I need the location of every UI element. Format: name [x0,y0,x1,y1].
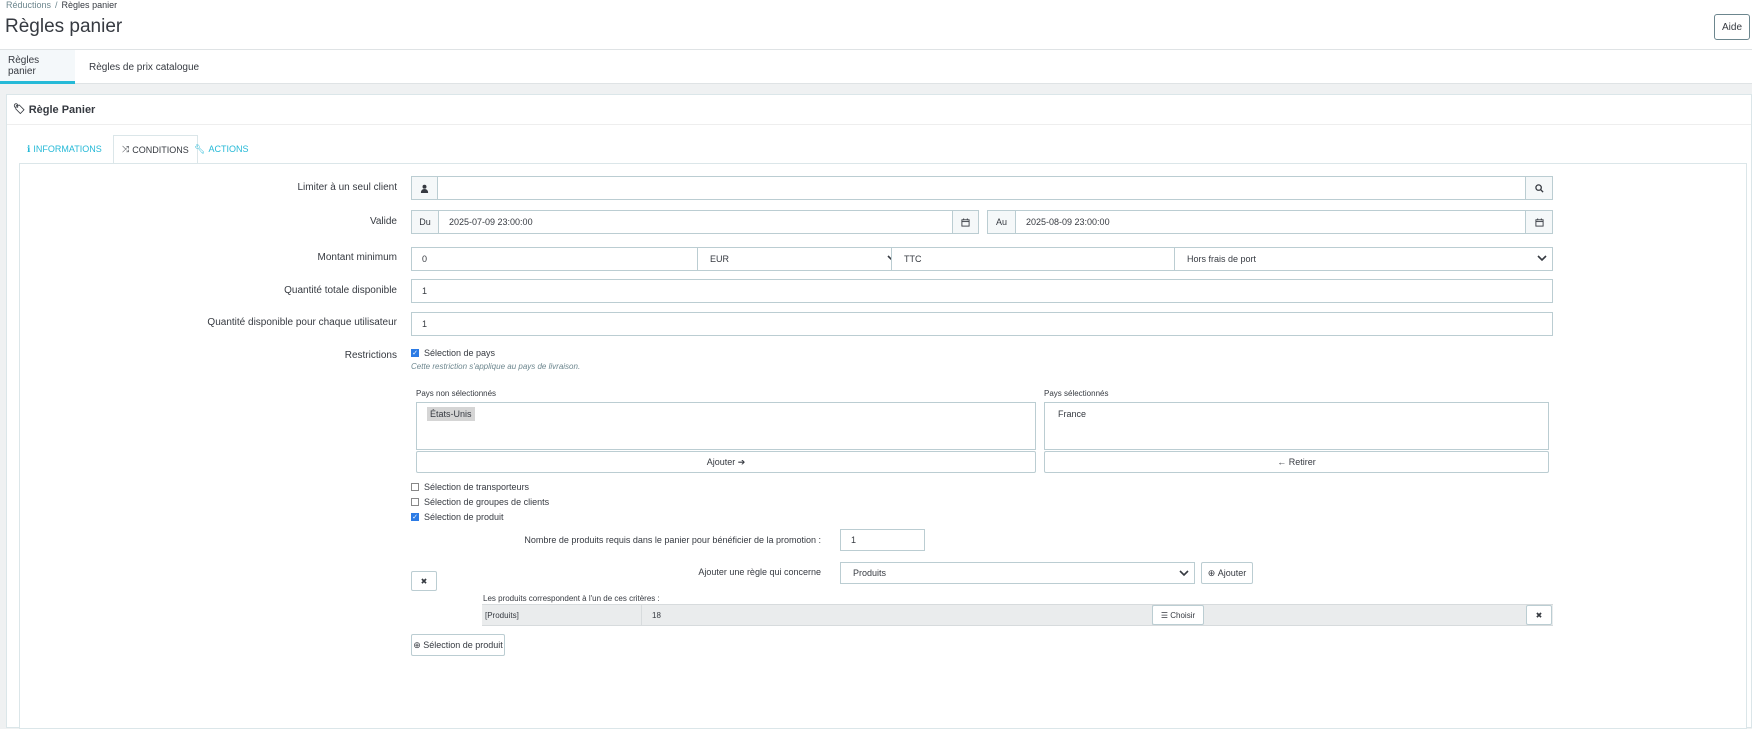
currency-value: EUR [710,254,730,264]
help-button[interactable]: Aide [1714,14,1750,40]
carrier-selection-checkbox[interactable]: Sélection de transporteurs [411,482,529,492]
product-selection-label: Sélection de produit [424,512,504,522]
conditions-form: Limiter à un seul client Valide Du 2025-… [19,163,1747,729]
carrier-selection-label: Sélection de transporteurs [424,482,530,492]
criteria-type: [Produits] [485,610,519,620]
tab-actions-label: ACTIONS [208,144,249,154]
remove-rule-group-button[interactable]: ✖ [411,571,437,591]
date-from-input[interactable]: 2025-07-09 23:00:00 [438,210,953,234]
tab-informations[interactable]: ℹ INFORMATIONS [19,135,110,163]
tab-informations-label: INFORMATIONS [33,144,102,154]
close-icon: ✖ [1535,610,1543,620]
breadcrumb-separator: / [55,0,58,10]
country-selection-label: Sélection de pays [424,348,496,358]
criteria-value: 18 [641,605,1153,625]
add-rule-button[interactable]: ⊕ Ajouter [1201,562,1253,584]
criteria-row: [Produits] 18 ☰ Choisir ✖ [482,604,1553,626]
list-icon: ☰ [1160,610,1169,620]
calendar-icon[interactable] [952,210,979,234]
info-icon: ℹ [27,143,31,154]
breadcrumb-current: Règles panier [61,0,118,10]
group-selection-label: Sélection de groupes de clients [424,497,550,507]
minimum-amount-input[interactable]: 0 [411,247,725,271]
remove-country-button[interactable]: ← Retirer [1044,451,1549,473]
remove-country-label: Retirer [1288,457,1316,467]
rule-type-value: Produits [853,568,887,578]
total-quantity-input[interactable]: 1 [411,279,1553,303]
minimum-label: Montant minimum [317,252,397,263]
country-option[interactable]: France [1055,407,1089,421]
unselected-countries-label: Pays non sélectionnés [416,389,497,398]
product-selection-checkbox[interactable]: ✓ Sélection de produit [411,512,504,522]
breadcrumb-parent[interactable]: Réductions [6,0,51,10]
wrench-icon: 🔧︎ [194,143,206,154]
plus-circle-icon: ⊕ [413,639,421,650]
user-quantity-input[interactable]: 1 [411,312,1553,336]
tax-select[interactable]: TTC [891,247,1205,271]
shipping-value: Hors frais de port [1187,254,1257,264]
from-prefix: Du [411,210,439,234]
shipping-select[interactable]: Hors frais de port [1174,247,1553,271]
required-products-label: Nombre de produits requis dans le panier… [524,535,821,545]
new-product-selection-button[interactable]: ⊕ Sélection de produit [411,634,505,656]
user-quantity-label: Quantité disponible pour chaque utilisat… [207,317,397,328]
close-icon: ✖ [420,576,428,586]
rule-type-select[interactable]: Produits [840,562,1195,584]
checkbox-checked-icon: ✓ [411,349,419,357]
new-product-selection-label: Sélection de produit [423,640,503,650]
add-rule-label: Ajouter une règle qui concerne [698,567,821,577]
country-selection-checkbox[interactable]: ✓ Sélection de pays [411,348,495,358]
choose-button[interactable]: ☰ Choisir [1152,605,1204,625]
selected-countries-list[interactable]: France [1044,402,1549,450]
calendar-icon[interactable] [1525,210,1553,234]
arrow-left-icon: ← [1277,457,1287,467]
plus-circle-icon: ⊕ [1207,567,1216,578]
tab-catalog-price-rules[interactable]: Règles de prix catalogue [81,50,207,84]
unselected-countries-list[interactable]: États-Unis [416,402,1036,450]
choose-button-label: Choisir [1170,610,1196,620]
currency-select[interactable]: EUR [697,247,903,271]
tag-icon: 🏷︎ [13,104,26,115]
remove-criteria-button[interactable]: ✖ [1526,605,1552,625]
tab-actions[interactable]: 🔧︎ ACTIONS [186,135,256,163]
tab-cart-rules[interactable]: Règles panier [0,50,75,84]
shuffle-icon: ⤨ [122,144,130,154]
required-products-input[interactable]: 1 [840,529,925,551]
selected-countries-label: Pays sélectionnés [1044,389,1109,398]
panel-title: Règle Panier [28,103,96,116]
country-option[interactable]: États-Unis [427,407,475,421]
customer-label: Limiter à un seul client [297,182,398,193]
country-restriction-hint: Cette restriction s'applique au pays de … [411,362,581,371]
criteria-label: Les produits correspondent à l'un de ces… [483,594,660,603]
tax-value: TTC [904,254,922,264]
page-title: Règles panier [5,16,123,37]
tab-conditions[interactable]: ⤨ CONDITIONS [113,135,198,164]
chevron-down-icon [1179,570,1189,577]
add-country-label: Ajouter [706,457,736,467]
group-selection-checkbox[interactable]: Sélection de groupes de clients [411,497,549,507]
add-rule-button-label: Ajouter [1217,568,1247,578]
search-icon[interactable] [1525,176,1553,200]
user-icon [411,176,438,200]
subtabs: Règles panier Règles de prix catalogue [0,50,1752,84]
checkbox-checked-icon: ✓ [411,513,419,521]
tab-conditions-label: CONDITIONS [132,144,189,155]
page-header: Réductions / Règles panier Règles panier A… [0,0,1752,50]
valid-label: Valide [369,216,397,227]
panel-header: 🏷︎ Règle Panier [7,95,1751,125]
to-prefix: Au [987,210,1016,234]
total-quantity-label: Quantité totale disponible [284,285,397,296]
customer-input[interactable] [437,176,1526,200]
checkbox-unchecked-icon [411,483,419,491]
chevron-down-icon [1537,255,1547,262]
restrictions-label: Restrictions [344,350,397,361]
add-country-button[interactable]: Ajouter ➔ [416,451,1036,473]
breadcrumb: Réductions / Règles panier [6,0,117,10]
checkbox-unchecked-icon [411,498,419,506]
cart-rule-panel: 🏷︎ Règle Panier ℹ INFORMATIONS ⤨ CONDITION… [6,94,1752,729]
arrow-right-icon: ➔ [737,456,746,467]
date-to-input[interactable]: 2025-08-09 23:00:00 [1015,210,1526,234]
